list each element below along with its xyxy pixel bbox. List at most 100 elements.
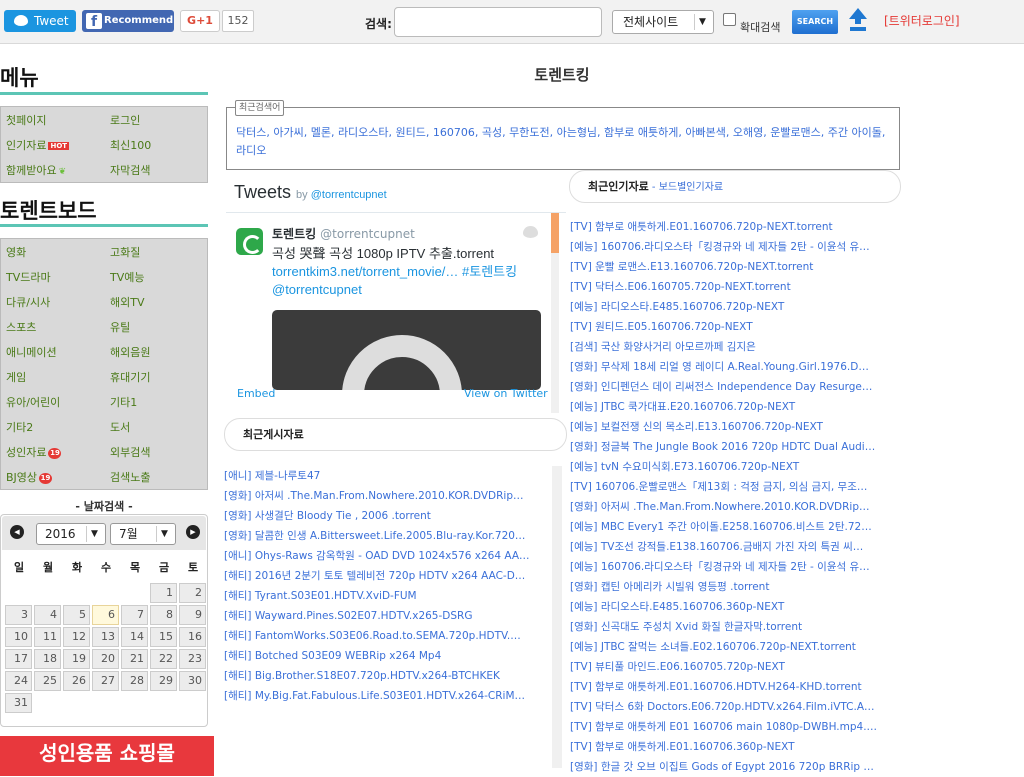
calendar-day[interactable]: 21: [121, 649, 148, 669]
calendar-day[interactable]: 6: [92, 605, 119, 625]
menu-item[interactable]: 인기자료 HOT: [6, 137, 70, 153]
calendar-day[interactable]: 28: [121, 671, 148, 691]
list-item[interactable]: [해티] Big.Brother.S18E07.720p.HDTV.x264-B…: [224, 666, 548, 686]
calendar-day[interactable]: 17: [5, 649, 32, 669]
month-select[interactable]: 7월 ▼: [110, 523, 176, 545]
menu-item[interactable]: 검색노출: [110, 469, 150, 485]
year-select[interactable]: 2016 ▼: [36, 523, 106, 545]
calendar-day[interactable]: 13: [92, 627, 119, 647]
menu-item[interactable]: 최신100: [110, 137, 151, 153]
search-button[interactable]: SEARCH: [792, 10, 838, 34]
calendar-day[interactable]: 4: [34, 605, 61, 625]
menu-item[interactable]: 스포츠: [6, 319, 36, 335]
next-month-icon[interactable]: ▶: [186, 525, 200, 539]
tweets-by-handle[interactable]: @torrentcupnet: [311, 189, 387, 201]
menu-item[interactable]: 기타1: [110, 394, 137, 410]
calendar-day[interactable]: 22: [150, 649, 177, 669]
list-item[interactable]: [TV] 함부로 애틋하게 E01 160706 main 1080p-DWBH…: [570, 717, 900, 737]
list-item[interactable]: [영화] 사생결단 Bloody Tie , 2006 .torrent: [224, 506, 548, 526]
list-item[interactable]: [예능] tvN 수요미식회.E73.160706.720p-NEXT: [570, 457, 900, 477]
search-input[interactable]: [394, 7, 602, 37]
calendar-day[interactable]: 1: [150, 583, 177, 603]
menu-item[interactable]: 애니메이션: [6, 344, 57, 360]
menu-item[interactable]: 성인자료 19: [6, 444, 62, 460]
calendar-day[interactable]: 26: [63, 671, 90, 691]
shop-banner[interactable]: 성인용품 쇼핑몰: [0, 736, 214, 776]
menu-item[interactable]: TV예능: [110, 269, 144, 285]
calendar-day[interactable]: 8: [150, 605, 177, 625]
calendar-day[interactable]: 14: [121, 627, 148, 647]
list-item[interactable]: [해티] FantomWorks.S03E06.Road.to.SEMA.720…: [224, 626, 548, 646]
list-item[interactable]: [TV] 원티드.E05.160706.720p-NEXT: [570, 317, 900, 337]
list-item[interactable]: [예능] 160706.라디오스타「킹경규와 네 제자들 2탄 - 이윤석 유…: [570, 557, 900, 577]
list-item[interactable]: [영화] 아저씨 .The.Man.From.Nowhere.2010.KOR.…: [224, 486, 548, 506]
menu-item[interactable]: 유아/어린이: [6, 394, 60, 410]
avatar[interactable]: [236, 228, 263, 255]
list-item[interactable]: [애니] Ohys-Raws 감옥학원 - OAD DVD 1024x576 x…: [224, 546, 548, 566]
menu-item[interactable]: TV드라마: [6, 269, 51, 285]
calendar-day[interactable]: 7: [121, 605, 148, 625]
tweet-button[interactable]: Tweet: [4, 10, 76, 32]
list-item[interactable]: [TV] 함부로 애틋하게.E01.160706.360p-NEXT: [570, 737, 900, 757]
calendar-day[interactable]: 3: [5, 605, 32, 625]
tweet-author[interactable]: 토렌트킹 @torrentcupnet: [272, 225, 415, 242]
list-item[interactable]: [해티] My.Big.Fat.Fabulous.Life.S03E01.HDT…: [224, 686, 548, 706]
menu-item[interactable]: 다큐/시사: [6, 294, 50, 310]
menu-item[interactable]: 함께받아요 ❦: [6, 162, 66, 178]
site-select[interactable]: 전체사이트 ▼: [612, 10, 714, 34]
tweet-link[interactable]: torrentkim3.net/torrent_movie/… #토렌트킹 @t…: [272, 264, 517, 297]
gplus-button[interactable]: G+1: [180, 10, 220, 32]
calendar-day[interactable]: 30: [179, 671, 206, 691]
list-item[interactable]: [예능] JTBC 쿡가대표.E20.160706.720p-NEXT: [570, 397, 900, 417]
calendar-day[interactable]: 5: [63, 605, 90, 625]
menu-item[interactable]: BJ영상 19: [6, 469, 53, 485]
list-item[interactable]: [영화] 한글 갓 오브 이집트 Gods of Egypt 2016 720p…: [570, 757, 900, 777]
list-item[interactable]: [영화] 무삭제 18세 리얼 영 레이디 A.Real.Young.Girl.…: [570, 357, 900, 377]
menu-item[interactable]: 고화질: [110, 244, 140, 260]
calendar-day[interactable]: 11: [34, 627, 61, 647]
list-item[interactable]: [TV] 닥터스.E06.160705.720p-NEXT.torrent: [570, 277, 900, 297]
list-item[interactable]: [검색] 국산 화양사거리 아모르까페 김지은: [570, 337, 900, 357]
list-item[interactable]: [TV] 함부로 애틋하게.E01.160706.720p-NEXT.torre…: [570, 217, 900, 237]
tweet-image[interactable]: [272, 310, 541, 390]
calendar-day[interactable]: 15: [150, 627, 177, 647]
calendar-day[interactable]: 16: [179, 627, 206, 647]
menu-item[interactable]: 해외TV: [110, 294, 144, 310]
prev-month-icon[interactable]: ◀: [10, 525, 24, 539]
list-item[interactable]: [영화] 아저씨 .The.Man.From.Nowhere.2010.KOR.…: [570, 497, 900, 517]
menu-item[interactable]: 기타2: [6, 419, 33, 435]
list-item[interactable]: [해티] Wayward.Pines.S02E07.HDTV.x265-DSRG: [224, 606, 548, 626]
list-item[interactable]: [영화] 정글북 The Jungle Book 2016 720p HDTC …: [570, 437, 900, 457]
list-item[interactable]: [영화] 캡틴 아메리카 시빌워 영등평 .torrent: [570, 577, 900, 597]
list-item[interactable]: [예능] JTBC 잘먹는 소녀들.E02.160706.720p-NEXT.t…: [570, 637, 900, 657]
arrow-up-icon[interactable]: [848, 7, 868, 33]
calendar-day[interactable]: 9: [179, 605, 206, 625]
popular-subtitle[interactable]: - 보드별인기자료: [649, 182, 723, 193]
list-item[interactable]: [TV] 뷰티풀 마인드.E06.160705.720p-NEXT: [570, 657, 900, 677]
twitter-login-link[interactable]: [트위터로그인]: [884, 12, 960, 29]
recent-searches-list[interactable]: 닥터스, 아가씨, 멜론, 라디오스타, 원티드, 160706, 곡성, 무한…: [236, 124, 892, 160]
list-item[interactable]: [예능] 보컬전쟁 신의 목소리.E13.160706.720p-NEXT: [570, 417, 900, 437]
calendar-day[interactable]: 27: [92, 671, 119, 691]
calendar-day[interactable]: 18: [34, 649, 61, 669]
menu-item[interactable]: 유틸: [110, 319, 130, 335]
scrollbar[interactable]: [552, 466, 562, 768]
list-item[interactable]: [해티] 2016년 2분기 토토 텔레비전 720p HDTV x264 AA…: [224, 566, 548, 586]
calendar-day[interactable]: 24: [5, 671, 32, 691]
menu-item[interactable]: 게임: [6, 369, 26, 385]
list-item[interactable]: [영화] 달콤한 인생 A.Bittersweet.Life.2005.Blu-…: [224, 526, 548, 546]
calendar-day[interactable]: 2: [179, 583, 206, 603]
list-item[interactable]: [애니] 제블-나루토47: [224, 466, 548, 486]
list-item[interactable]: [예능] TV조선 강적들.E138.160706.금배지 가진 자의 특권 씨…: [570, 537, 900, 557]
list-item[interactable]: [예능] 라디오스타.E485.160706.720p-NEXT: [570, 297, 900, 317]
menu-item[interactable]: 자막검색: [110, 162, 150, 178]
list-item[interactable]: [영화] 신곡대도 주성치 Xvid 화질 한글자막.torrent: [570, 617, 900, 637]
menu-item[interactable]: 로그인: [110, 112, 140, 128]
calendar-day[interactable]: 25: [34, 671, 61, 691]
calendar-day[interactable]: 31: [5, 693, 32, 713]
expand-search-checkbox[interactable]: [723, 13, 736, 26]
list-item[interactable]: [TV] 함부로 애틋하게.E01.160706.HDTV.H264-KHD.t…: [570, 677, 900, 697]
menu-item[interactable]: 외부검색: [110, 444, 150, 460]
menu-item[interactable]: 영화: [6, 244, 26, 260]
list-item[interactable]: [예능] MBC Every1 주간 아이돌.E258.160706.비스트 2…: [570, 517, 900, 537]
